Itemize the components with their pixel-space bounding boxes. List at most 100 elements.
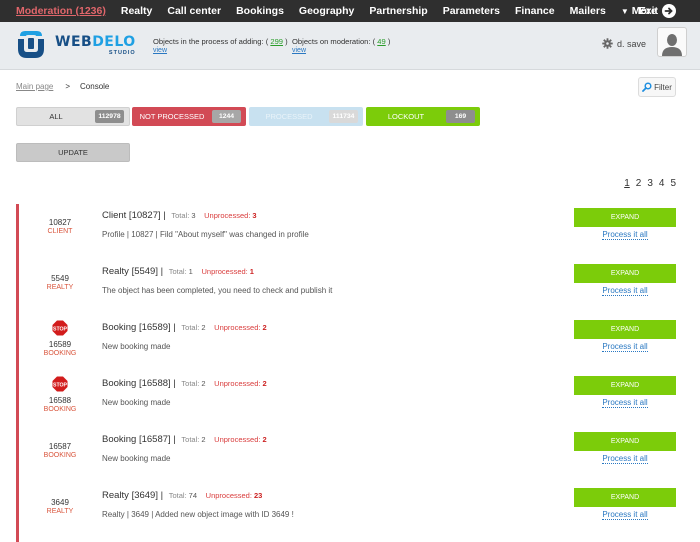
nav-parameters[interactable]: Parameters [443,5,500,17]
breadcrumb: Main page > Console [16,82,109,91]
exit-label: Exit [638,5,658,17]
logo[interactable]: WEBDELO STUDIO [15,29,136,61]
user-name: d. save [616,38,646,49]
logo-word-delo: DELO [92,33,136,50]
list-accent-bar [16,204,19,542]
item-type: CLIENT [47,228,73,235]
adding-stat: Objects in the process of adding: ( 299 … [153,37,288,54]
process-all-link[interactable]: Process it all [574,286,676,296]
nav-realty[interactable]: Realty [121,5,153,17]
item-unprocessed: Unprocessed: 2 [214,435,267,444]
tab-lockout[interactable]: LOCKOUT 169 [366,107,480,126]
logo-mark-icon [15,29,47,61]
tab-all[interactable]: ALL 112978 [16,107,130,126]
page-2[interactable]: 2 [636,178,642,189]
nav-geography[interactable]: Geography [299,5,354,17]
item-title-line: Client [10827] | Total: 3 Unprocessed: 3 [102,210,257,221]
item-id: 16589 [48,340,72,349]
expand-button[interactable]: EXPAND [574,264,676,283]
expand-button[interactable]: EXPAND [574,432,676,451]
list-item: 3649 REALTY Realty [3649] | Total: 74 Unp… [20,484,700,540]
tab-processed-count: 111734 [329,110,358,123]
stop-sign-icon: STOP [52,320,68,336]
item-title: Booking [16588] | [102,378,176,389]
process-all-link[interactable]: Process it all [574,510,676,520]
page-1[interactable]: 1 [624,178,630,189]
item-type: BOOKING [43,406,77,413]
pagination: 1 2 3 4 5 [618,178,676,189]
item-title: Client [10827] | [102,210,166,221]
item-title: Booking [16589] | [102,322,176,333]
page-5[interactable]: 5 [670,178,676,189]
item-title-line: Realty [5549] | Total: 1 Unprocessed: 1 [102,266,254,277]
list-item: 10827 CLIENT Client [10827] | Total: 3 Un… [20,204,700,260]
nav-bookings[interactable]: Bookings [236,5,284,17]
triangle-down-icon: ▼ [620,7,629,16]
item-source: 3649 REALTY [20,498,100,515]
expand-button[interactable]: EXPAND [574,208,676,227]
expand-button[interactable]: EXPAND [574,376,676,395]
item-unprocessed: Unprocessed: 1 [201,267,254,276]
process-all-link[interactable]: Process it all [574,230,676,240]
update-button[interactable]: UPDATE [16,143,130,162]
item-total: Total: 2 [181,379,206,388]
item-title: Booking [16587] | [102,434,176,445]
item-id: 3649 [51,498,69,507]
moderation-stat: Objects on moderation: ( 49 ) view [292,37,390,54]
item-type: BOOKING [43,350,77,357]
adding-label: Objects in the process of adding: ( [153,37,269,46]
page-4[interactable]: 4 [659,178,665,189]
nav-partnership[interactable]: Partnership [369,5,427,17]
item-total: Total: 3 [171,211,196,220]
adding-view-link[interactable]: view [153,47,288,54]
item-id: 16588 [48,396,72,405]
logo-subtitle: STUDIO [108,49,136,56]
item-title: Realty [5549] | [102,266,164,277]
nav-mailers[interactable]: Mailers [570,5,606,17]
nav-finance[interactable]: Finance [515,5,555,17]
list-item: STOP 16589 BOOKING Booking [16589] | Tot… [20,316,700,372]
breadcrumb-current: Console [80,82,110,91]
item-source: STOP 16588 BOOKING [20,376,100,413]
logo-word-web: WEB [55,33,93,50]
user-settings[interactable]: d. save [602,38,646,49]
item-type: REALTY [46,284,74,291]
item-id: 16587 [48,442,72,451]
tab-all-label: ALL [49,112,63,121]
adding-count[interactable]: 299 [270,37,283,46]
nav-call-center[interactable]: Call center [167,5,221,17]
filter-button[interactable]: Filter [638,77,676,97]
nav-moderation[interactable]: Moderation (1236) [16,5,106,17]
exit-button[interactable]: Exit [639,0,676,22]
item-total: Total: 2 [181,435,206,444]
item-description: New booking made [102,454,171,463]
list-item: 16587 BOOKING Booking [16587] | Total: 2 … [20,428,700,484]
filter-label: Filter [654,82,672,92]
item-description: The object has been completed, you need … [102,286,333,295]
process-all-link[interactable]: Process it all [574,454,676,464]
list-item: 5549 REALTY Realty [5549] | Total: 1 Unpr… [20,260,700,316]
tab-processed-label: PROCESSED [265,112,313,121]
item-unprocessed: Unprocessed: 3 [204,211,257,220]
expand-button[interactable]: EXPAND [574,320,676,339]
arrow-right-circle-icon [662,4,676,18]
page-3[interactable]: 3 [647,178,653,189]
process-all-link[interactable]: Process it all [574,398,676,408]
expand-button[interactable]: EXPAND [574,488,676,507]
tab-processed[interactable]: PROCESSED 111734 [249,107,363,126]
svg-text:STOP: STOP [53,326,68,332]
moderation-count[interactable]: 49 [377,37,385,46]
item-source: STOP 16589 BOOKING [20,320,100,357]
tab-not-processed[interactable]: NOT PROCESSED 1244 [132,107,246,126]
item-description: Realty | 3649 | Added new object image w… [102,510,294,519]
avatar[interactable] [657,27,687,57]
breadcrumb-separator: > [65,82,71,91]
moderation-view-link[interactable]: view [292,47,390,54]
breadcrumb-main-page[interactable]: Main page [16,82,53,91]
tab-not-processed-label: NOT PROCESSED [139,112,205,121]
top-navigation: Moderation (1236) Realty Call center Boo… [0,0,700,22]
stop-sign-icon: STOP [52,376,68,392]
tab-all-count: 112978 [95,110,124,123]
adding-close: ) [285,37,288,46]
process-all-link[interactable]: Process it all [574,342,676,352]
